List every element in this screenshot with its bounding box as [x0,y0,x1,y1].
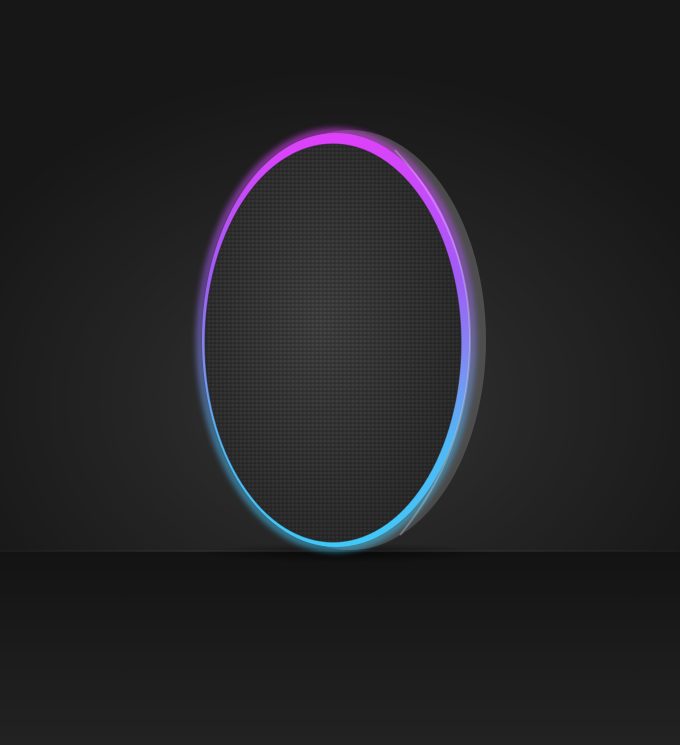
product-scene [0,0,680,745]
charging-pad-illustration [195,128,495,563]
fabric-shading [205,144,461,542]
